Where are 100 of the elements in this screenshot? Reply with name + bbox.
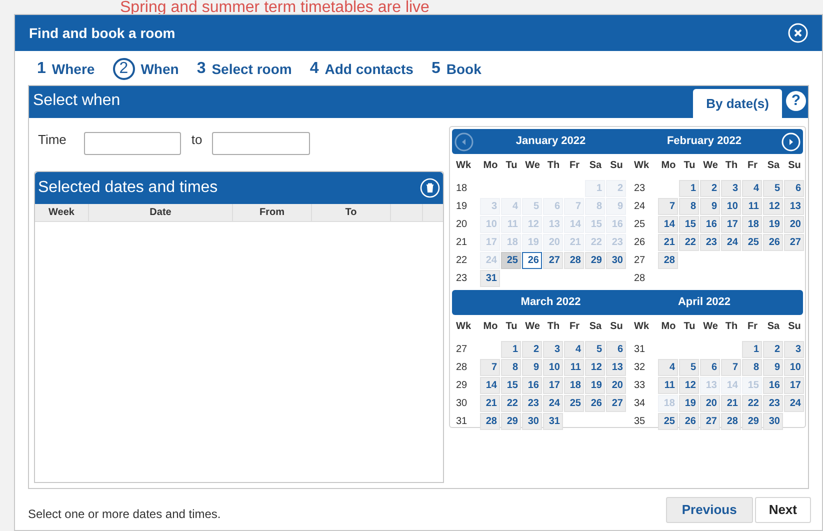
- calendar-day[interactable]: 11: [742, 198, 762, 215]
- calendar-day[interactable]: 4: [658, 359, 678, 376]
- calendar-day[interactable]: 9: [763, 359, 783, 376]
- calendar-day[interactable]: 3: [721, 180, 741, 197]
- calendar-day[interactable]: 29: [742, 413, 762, 430]
- calendar-day[interactable]: 25: [658, 413, 678, 430]
- calendar-day[interactable]: 28: [564, 252, 584, 269]
- calendar-day[interactable]: 27: [784, 234, 804, 251]
- calendar-day[interactable]: 26: [763, 234, 783, 251]
- calendar-day[interactable]: 5: [763, 180, 783, 197]
- calendar-day[interactable]: 17: [543, 377, 563, 394]
- calendar-day[interactable]: 30: [763, 413, 783, 430]
- calendar-day[interactable]: 22: [742, 395, 762, 412]
- previous-button[interactable]: Previous: [666, 496, 753, 522]
- time-to-field[interactable]: [212, 132, 310, 155]
- calendar-day[interactable]: 23: [700, 234, 720, 251]
- calendar-day[interactable]: 21: [721, 395, 741, 412]
- calendar-day[interactable]: 14: [480, 377, 500, 394]
- calendar-day[interactable]: 7: [658, 198, 678, 215]
- step-tab[interactable]: 2 When: [112, 58, 179, 80]
- calendar-day[interactable]: 26: [585, 395, 605, 412]
- calendar-day[interactable]: 10: [721, 198, 741, 215]
- calendar-day[interactable]: 14: [658, 216, 678, 233]
- calendar-day[interactable]: 22: [501, 395, 521, 412]
- next-button[interactable]: Next: [754, 496, 811, 522]
- calendar-day[interactable]: 8: [501, 359, 521, 376]
- calendar-day[interactable]: 24: [721, 234, 741, 251]
- time-from-field[interactable]: [84, 132, 182, 155]
- calendar-day[interactable]: 6: [784, 180, 804, 197]
- calendar-day[interactable]: 23: [763, 395, 783, 412]
- calendar-day[interactable]: 7: [480, 359, 500, 376]
- calendar-day[interactable]: 24: [543, 395, 563, 412]
- calendar-day[interactable]: 22: [679, 234, 699, 251]
- calendar-day[interactable]: 19: [585, 377, 605, 394]
- help-icon[interactable]: ?: [786, 91, 806, 111]
- calendar-day[interactable]: 8: [679, 198, 699, 215]
- calendar-day[interactable]: 17: [721, 216, 741, 233]
- calendar-day[interactable]: 26: [679, 413, 699, 430]
- calendar-day[interactable]: 9: [700, 198, 720, 215]
- calendar-day[interactable]: 10: [543, 359, 563, 376]
- calendar-day[interactable]: 2: [700, 180, 720, 197]
- calendar-day[interactable]: 15: [501, 377, 521, 394]
- calendar-day[interactable]: 28: [658, 252, 678, 269]
- calendar-day[interactable]: 10: [784, 359, 804, 376]
- step-tab[interactable]: 3 Select room: [196, 57, 292, 81]
- calendar-day[interactable]: 13: [606, 359, 626, 376]
- calendar-day[interactable]: 28: [721, 413, 741, 430]
- calendar-day[interactable]: 31: [480, 270, 500, 287]
- next-month-button[interactable]: [781, 132, 801, 152]
- calendar-day[interactable]: 4: [564, 341, 584, 358]
- step-tab[interactable]: 1 Where: [37, 57, 95, 81]
- calendar-day[interactable]: 21: [658, 234, 678, 251]
- calendar-day[interactable]: 8: [742, 359, 762, 376]
- calendar-day[interactable]: 18: [564, 377, 584, 394]
- calendar-day[interactable]: 12: [679, 377, 699, 394]
- calendar-day[interactable]: 13: [784, 198, 804, 215]
- calendar-day[interactable]: 2: [763, 341, 783, 358]
- calendar-day[interactable]: 25: [742, 234, 762, 251]
- calendar-day[interactable]: 11: [658, 377, 678, 394]
- step-tab[interactable]: 4 Add contacts: [310, 57, 414, 81]
- calendar-day[interactable]: 30: [522, 413, 542, 430]
- calendar-day[interactable]: 16: [763, 377, 783, 394]
- view-tab[interactable]: By date(s): [693, 89, 782, 118]
- calendar-day[interactable]: 5: [585, 341, 605, 358]
- calendar-day[interactable]: 19: [763, 216, 783, 233]
- calendar-day[interactable]: 15: [679, 216, 699, 233]
- calendar-day[interactable]: 20: [700, 395, 720, 412]
- calendar-day[interactable]: 1: [742, 341, 762, 358]
- calendar-day[interactable]: 27: [700, 413, 720, 430]
- calendar-day[interactable]: 3: [543, 341, 563, 358]
- calendar-day[interactable]: 31: [543, 413, 563, 430]
- calendar-day[interactable]: 12: [585, 359, 605, 376]
- calendar-day[interactable]: 7: [721, 359, 741, 376]
- calendar-day[interactable]: 6: [700, 359, 720, 376]
- calendar-day[interactable]: 30: [606, 252, 626, 269]
- calendar-day[interactable]: 16: [700, 216, 720, 233]
- calendar-day[interactable]: 11: [564, 359, 584, 376]
- calendar-day[interactable]: 9: [522, 359, 542, 376]
- calendar-day[interactable]: 6: [606, 341, 626, 358]
- calendar-day[interactable]: 19: [679, 395, 699, 412]
- calendar-day[interactable]: 25: [501, 252, 521, 269]
- calendar-day[interactable]: 27: [543, 252, 563, 269]
- calendar-day[interactable]: 5: [679, 359, 699, 376]
- calendar-day[interactable]: 3: [784, 341, 804, 358]
- calendar-day[interactable]: 28: [480, 413, 500, 430]
- calendar-day[interactable]: 1: [679, 180, 699, 197]
- calendar-day[interactable]: 17: [784, 377, 804, 394]
- calendar-day[interactable]: 20: [606, 377, 626, 394]
- calendar-day[interactable]: 21: [480, 395, 500, 412]
- calendar-day[interactable]: 2: [522, 341, 542, 358]
- calendar-day[interactable]: 18: [742, 216, 762, 233]
- calendar-day[interactable]: 20: [784, 216, 804, 233]
- calendar-day[interactable]: 16: [522, 377, 542, 394]
- step-tab[interactable]: 5 Book: [431, 57, 482, 81]
- calendar-day[interactable]: 1: [501, 341, 521, 358]
- trash-icon[interactable]: [420, 178, 440, 198]
- calendar-day[interactable]: 27: [606, 395, 626, 412]
- calendar-day[interactable]: 23: [522, 395, 542, 412]
- calendar-day[interactable]: 25: [564, 395, 584, 412]
- calendar-day[interactable]: 4: [742, 180, 762, 197]
